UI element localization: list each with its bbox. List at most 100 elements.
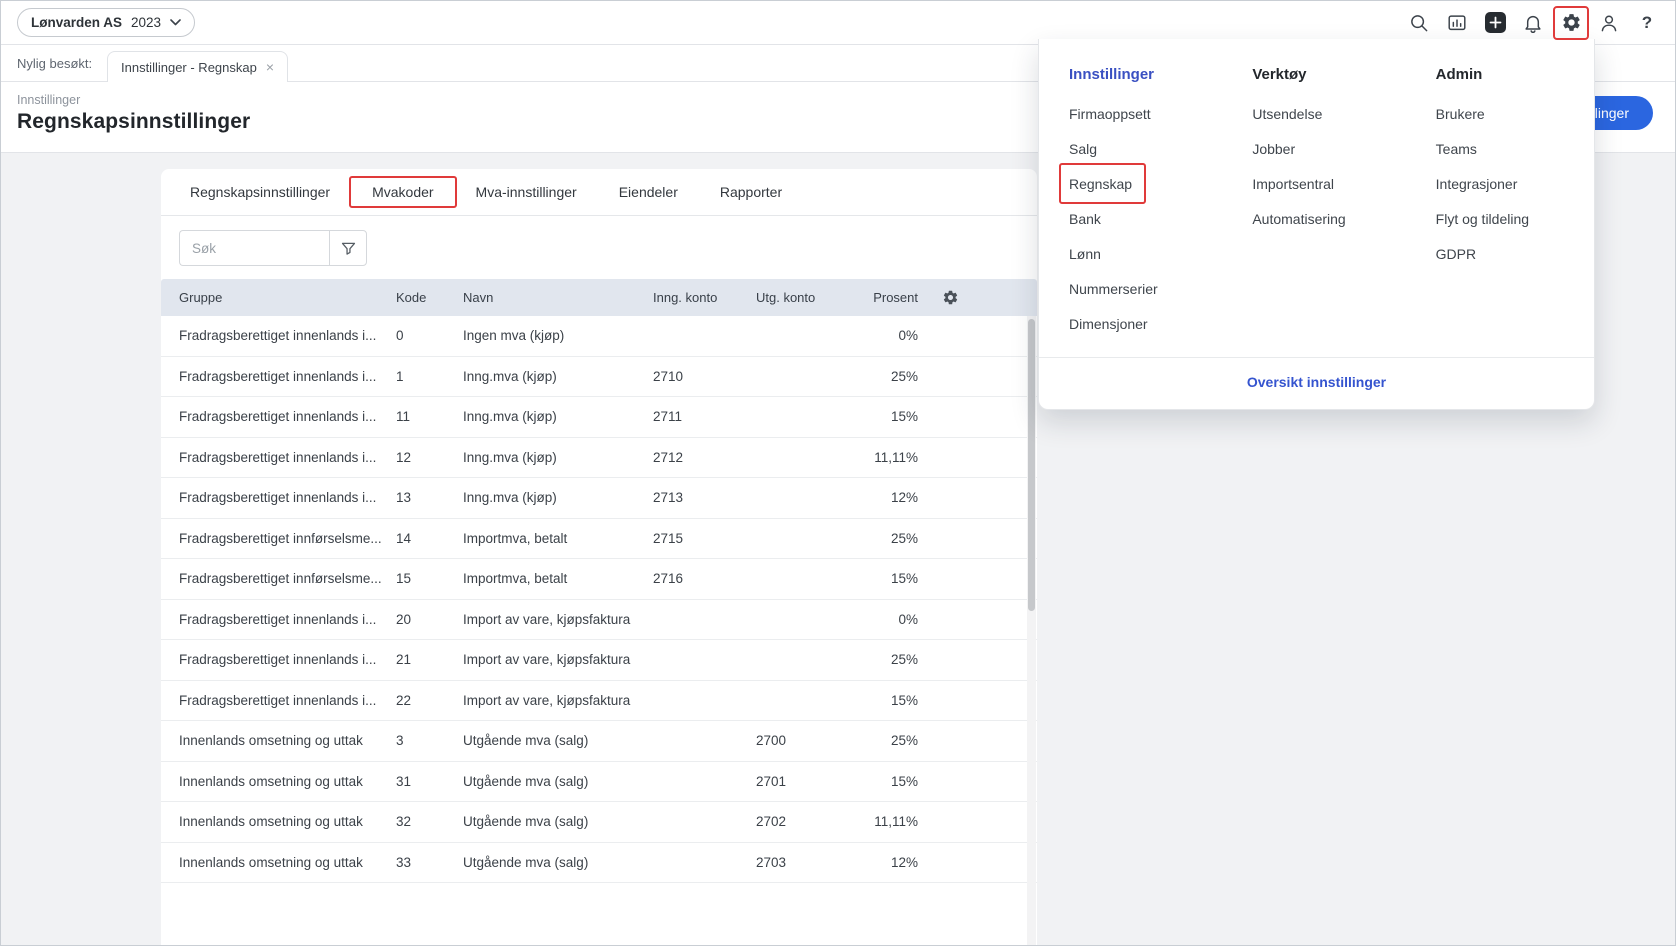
cell-utg-konto: 2701 xyxy=(756,774,856,789)
cell-inng-konto: 2711 xyxy=(653,409,756,424)
add-button[interactable] xyxy=(1483,11,1507,35)
search-row xyxy=(161,216,1037,279)
settings-card: Regnskapsinnstillinger Mvakoder Mva-inns… xyxy=(161,169,1037,945)
cell-kode: 32 xyxy=(396,814,463,829)
table-row[interactable]: Fradragsberettiget innenlands i... 1 Inn… xyxy=(161,357,1037,398)
overview-button[interactable] xyxy=(1445,11,1469,35)
table-header: Gruppe Kode Navn Inng. konto Utg. konto … xyxy=(161,279,1037,316)
cell-kode: 11 xyxy=(396,409,463,424)
column-settings-gear-icon xyxy=(942,289,959,306)
table-row[interactable]: Innenlands omsetning og uttak 33 Utgåend… xyxy=(161,843,1037,884)
menu-column-admin: Admin BrukereTeamsIntegrasjonerFlyt og t… xyxy=(1436,66,1564,343)
menu-header-admin: Admin xyxy=(1436,66,1564,83)
cell-gruppe: Fradragsberettiget innenlands i... xyxy=(179,369,396,384)
cell-inng-konto: 2712 xyxy=(653,450,756,465)
menu-item[interactable]: Utsendelse xyxy=(1252,96,1322,131)
recent-tab-innstillinger-regnskap[interactable]: Innstillinger - Regnskap × xyxy=(107,51,288,82)
notifications-button[interactable] xyxy=(1521,11,1545,35)
menu-item[interactable]: Regnskap xyxy=(1069,166,1132,201)
tab-mva-innstillinger[interactable]: Mva-innstillinger xyxy=(455,169,598,215)
add-icon xyxy=(1485,12,1506,33)
table-scrollbar xyxy=(1027,316,1036,945)
cell-navn: Utgående mva (salg) xyxy=(463,814,653,829)
menu-item[interactable]: Teams xyxy=(1436,131,1477,166)
close-icon[interactable]: × xyxy=(266,60,274,74)
overview-settings-link[interactable]: Oversikt innstillinger xyxy=(1247,374,1386,390)
tab-eiendeler[interactable]: Eiendeler xyxy=(598,169,699,215)
cell-gruppe: Fradragsberettiget innenlands i... xyxy=(179,612,396,627)
cell-kode: 1 xyxy=(396,369,463,384)
menu-list-innstillinger: FirmaoppsettSalgRegnskapBankLønnNummerse… xyxy=(1069,96,1252,341)
col-kode[interactable]: Kode xyxy=(396,290,463,305)
table-row[interactable]: Fradragsberettiget innenlands i... 20 Im… xyxy=(161,600,1037,641)
cell-navn: Import av vare, kjøpsfaktura xyxy=(463,693,653,708)
table-row[interactable]: Fradragsberettiget innenlands i... 13 In… xyxy=(161,478,1037,519)
cell-gruppe: Innenlands omsetning og uttak xyxy=(179,814,396,829)
menu-item[interactable]: Importsentral xyxy=(1252,166,1334,201)
company-name: Lønvarden AS xyxy=(31,15,122,30)
menu-header-innstillinger: Innstillinger xyxy=(1069,66,1252,83)
table-row[interactable]: Innenlands omsetning og uttak 32 Utgåend… xyxy=(161,802,1037,843)
cell-gruppe: Fradragsberettiget innenlands i... xyxy=(179,490,396,505)
menu-item[interactable]: Bank xyxy=(1069,201,1101,236)
col-inng-konto[interactable]: Inng. konto xyxy=(653,290,756,305)
search-input[interactable] xyxy=(179,230,329,266)
menu-header-verktoy: Verktøy xyxy=(1252,66,1435,83)
menu-item[interactable]: Dimensjoner xyxy=(1069,306,1148,341)
cell-kode: 13 xyxy=(396,490,463,505)
col-navn[interactable]: Navn xyxy=(463,290,653,305)
scrollbar-thumb[interactable] xyxy=(1028,319,1035,611)
cell-gruppe: Innenlands omsetning og uttak xyxy=(179,855,396,870)
table-row[interactable]: Fradragsberettiget innenlands i... 12 In… xyxy=(161,438,1037,479)
cell-prosent: 15% xyxy=(856,693,918,708)
menu-item[interactable]: Integrasjoner xyxy=(1436,166,1518,201)
cell-gruppe: Fradragsberettiget innenlands i... xyxy=(179,409,396,424)
table-row[interactable]: Fradragsberettiget innførselsme... 14 Im… xyxy=(161,519,1037,560)
menu-item[interactable]: Nummerserier xyxy=(1069,271,1158,306)
column-settings-button[interactable] xyxy=(918,289,1037,306)
col-utg-konto[interactable]: Utg. konto xyxy=(756,290,856,305)
menu-item[interactable]: Brukere xyxy=(1436,96,1485,131)
user-button[interactable] xyxy=(1597,11,1621,35)
cell-gruppe: Fradragsberettiget innenlands i... xyxy=(179,652,396,667)
col-prosent[interactable]: Prosent xyxy=(856,290,918,305)
bell-icon xyxy=(1522,12,1544,34)
filter-button[interactable] xyxy=(329,230,367,266)
tab-regnskapsinnstillinger[interactable]: Regnskapsinnstillinger xyxy=(169,169,351,215)
table-row[interactable]: Innenlands omsetning og uttak 31 Utgåend… xyxy=(161,762,1037,803)
cell-prosent: 11,11% xyxy=(856,814,918,829)
cell-kode: 20 xyxy=(396,612,463,627)
menu-item[interactable]: Salg xyxy=(1069,131,1097,166)
table-row[interactable]: Fradragsberettiget innførselsme... 15 Im… xyxy=(161,559,1037,600)
help-button[interactable]: ? xyxy=(1635,11,1659,35)
col-gruppe[interactable]: Gruppe xyxy=(179,290,396,305)
table-row[interactable]: Fradragsberettiget innenlands i... 21 Im… xyxy=(161,640,1037,681)
company-selector[interactable]: Lønvarden AS 2023 xyxy=(17,8,195,37)
cell-navn: Inng.mva (kjøp) xyxy=(463,369,653,384)
help-icon: ? xyxy=(1642,13,1652,33)
chevron-down-icon xyxy=(170,19,181,26)
tab-rapporter[interactable]: Rapporter xyxy=(699,169,803,215)
table-row[interactable]: Fradragsberettiget innenlands i... 0 Ing… xyxy=(161,316,1037,357)
cell-kode: 15 xyxy=(396,571,463,586)
cell-gruppe: Fradragsberettiget innførselsme... xyxy=(179,571,396,586)
menu-column-verktoy: Verktøy UtsendelseJobberImportsentralAut… xyxy=(1252,66,1435,343)
search-button[interactable] xyxy=(1407,11,1431,35)
menu-item[interactable]: Flyt og tildeling xyxy=(1436,201,1529,236)
menu-item[interactable]: Lønn xyxy=(1069,236,1101,271)
table-row[interactable]: Innenlands omsetning og uttak 3 Utgående… xyxy=(161,721,1037,762)
cell-kode: 14 xyxy=(396,531,463,546)
menu-item[interactable]: Jobber xyxy=(1252,131,1295,166)
menu-column-innstillinger: Innstillinger FirmaoppsettSalgRegnskapBa… xyxy=(1069,66,1252,343)
cell-gruppe: Fradragsberettiget innenlands i... xyxy=(179,328,396,343)
settings-button[interactable] xyxy=(1559,11,1583,35)
cell-inng-konto: 2715 xyxy=(653,531,756,546)
menu-item[interactable]: Automatisering xyxy=(1252,201,1345,236)
tab-mvakoder[interactable]: Mvakoder xyxy=(351,169,454,215)
table-row[interactable]: Fradragsberettiget innenlands i... 22 Im… xyxy=(161,681,1037,722)
menu-item[interactable]: Firmaoppsett xyxy=(1069,96,1151,131)
table-row[interactable]: Fradragsberettiget innenlands i... 11 In… xyxy=(161,397,1037,438)
menu-item[interactable]: GDPR xyxy=(1436,236,1476,271)
cell-prosent: 15% xyxy=(856,774,918,789)
menu-list-verktoy: UtsendelseJobberImportsentralAutomatiser… xyxy=(1252,96,1435,236)
